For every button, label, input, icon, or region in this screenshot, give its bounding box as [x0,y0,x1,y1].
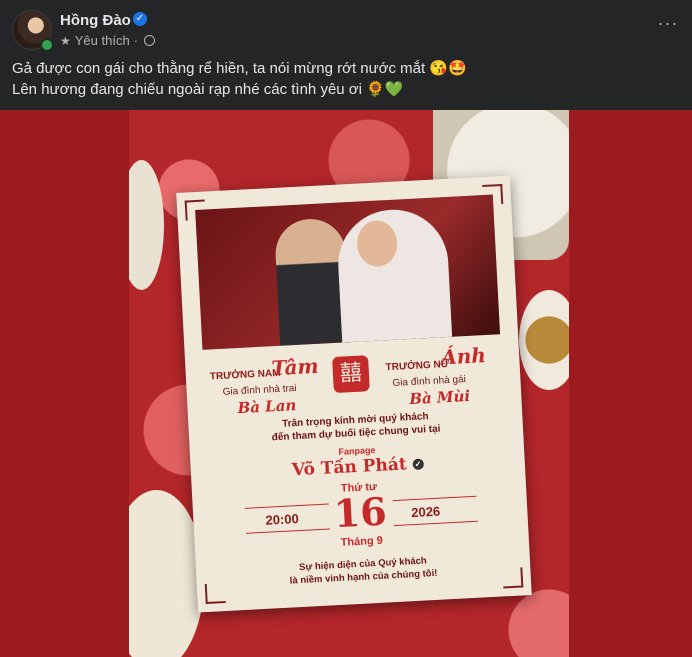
corner-ornament [482,183,504,205]
corner-ornament [184,199,206,221]
bride-name: Ánh [440,343,487,370]
divider-line [392,495,477,502]
divider-line [246,528,331,534]
porcelain-bowl [129,160,164,290]
meta-separator: · [133,33,139,48]
couple-photo [195,194,501,350]
divider-line [393,520,478,527]
groom-side-label: TRƯỞNG NAM [209,367,281,383]
corner-ornament [204,583,226,605]
post-caption: Gả được con gái cho thằng rể hiền, ta nó… [12,58,672,100]
caption-line-1: Gả được con gái cho thằng rể hiền, ta nó… [12,60,467,77]
groom-name: Tâm [270,353,320,381]
corner-ornament [502,567,524,589]
closing-text: Sự hiện diện của Quý khách là niềm vinh … [256,552,471,589]
post-meta: ★ Yêu thích · [60,33,156,48]
groom-family-name: Bà Lan [237,396,297,418]
post-header: Hồng Đào ✓ ★ Yêu thích · ··· [0,0,692,56]
post-media[interactable]: TRƯỞNG NAM Tâm Gia đình nhà trai Bà Lan … [0,110,692,657]
invitation-poster-image[interactable]: TRƯỞNG NAM Tâm Gia đình nhà trai Bà Lan … [129,110,569,657]
caption-line-2: Lên hương đang chiếu ngoài rạp nhé các t… [12,81,404,98]
bride-figure [335,206,453,343]
online-status-dot [40,38,54,52]
event-day: 16 [332,488,388,537]
bride-family-name: Bà Mùi [408,386,471,409]
meta-label[interactable]: Yêu thích [75,33,130,48]
globe-icon[interactable] [144,35,156,46]
divider-line [244,503,329,509]
author-name[interactable]: Hồng Đào [60,12,131,29]
more-options-button[interactable]: ··· [656,14,680,36]
double-happiness-icon: 囍 [332,355,370,394]
wedding-invitation-card: TRƯỞNG NAM Tâm Gia đình nhà trai Bà Lan … [176,175,532,613]
verified-badge-icon: ✓ [133,12,147,26]
teacup-image [519,290,569,390]
event-year: 2026 [410,503,441,521]
verified-check-icon: ✓ [412,458,424,471]
star-icon: ★ [60,33,71,48]
bride-side-label: TRƯỞNG NỮ [385,358,450,374]
event-time: 20:00 [265,511,300,528]
